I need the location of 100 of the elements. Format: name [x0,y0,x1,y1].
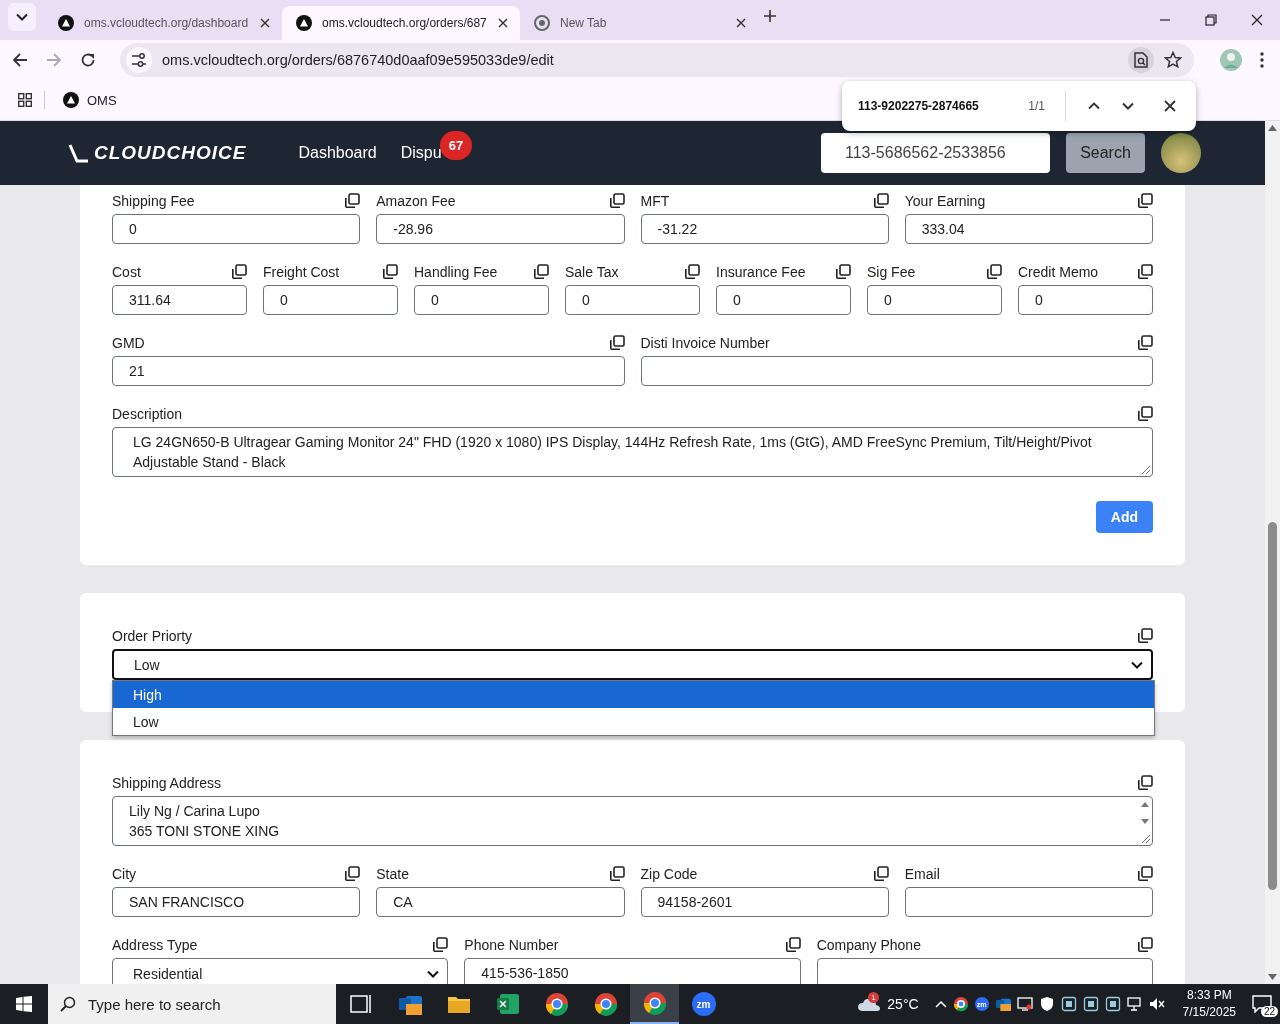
tab-list-button[interactable] [8,3,36,31]
find-query-field[interactable]: 113-9202275-2874665 [858,99,1019,113]
mail-app-icon[interactable] [994,996,1011,1012]
back-arrow-icon[interactable] [12,52,28,68]
spreadsheet-app-icon[interactable] [495,992,520,1016]
browser-icon[interactable] [544,992,569,1016]
input-field[interactable]: 21 [112,356,625,386]
task-view-icon[interactable] [348,992,373,1016]
meeting-app-icon[interactable]: zm [691,992,716,1016]
input-field[interactable]: 0 [1018,285,1153,315]
copy-icon[interactable] [835,264,851,280]
copy-icon[interactable] [1137,937,1153,953]
star-icon[interactable] [1164,51,1182,69]
input-field[interactable]: 311.64 [112,285,247,315]
copy-icon[interactable] [1137,264,1153,280]
nav-link[interactable]: Dispu [400,144,442,161]
search-field[interactable]: 113-5686562-2533856 [821,133,1050,173]
copy-icon[interactable] [784,937,801,953]
copy-icon[interactable] [872,193,889,209]
copy-icon[interactable] [1137,406,1153,422]
copy-icon[interactable] [533,264,549,280]
copy-icon[interactable] [608,866,625,882]
input-field[interactable]: 94158-2601 [640,887,889,917]
input-field[interactable]: -28.96 [376,214,625,244]
text-area[interactable]: LG 24GN650-B Ultragear Gaming Monitor 24" FHD (1920 x 1080) IPS Display, 144Hz Refresh Rate, 1ms (GtG), AMD FreeSync Premium, Tilt/Height/Pivot Adjustable Stand - Black [112,427,1153,477]
app-tray-icon[interactable] [1104,996,1121,1012]
bookmark[interactable]: OMS [57,89,123,111]
nav-link[interactable]: Dashboard [298,144,377,161]
apps-grid-icon[interactable] [18,93,32,107]
clock-time[interactable]: 8:33 PM [1186,987,1232,1004]
close-icon[interactable] [736,18,746,28]
brand-logo[interactable]: CLOUDCHOICE [68,142,247,164]
scrollbar-thumb[interactable] [1268,522,1277,890]
copy-icon[interactable] [1137,866,1153,882]
browser-icon[interactable] [642,991,667,1015]
copy-icon[interactable] [344,193,361,209]
dropdown-option[interactable]: High [113,681,1154,708]
close-icon[interactable] [260,18,270,28]
copy-icon[interactable] [1137,335,1153,351]
monitor-icon[interactable] [1016,996,1033,1012]
text-area[interactable]: Lily Ng / Carina Lupo 365 TONI STONE XING [112,796,1153,846]
input-field[interactable]: 333.04 [904,214,1153,244]
close-icon[interactable] [1251,14,1263,26]
taskbar-app[interactable] [630,984,679,1024]
copy-icon[interactable] [1137,628,1153,644]
network-icon[interactable] [1126,996,1143,1012]
more-menu-icon[interactable] [1260,52,1264,68]
taskbar-app[interactable]: zm [679,984,728,1024]
input-field[interactable] [640,356,1153,386]
app-tray-icon[interactable] [1060,996,1077,1012]
plus-icon[interactable] [764,9,776,22]
reload-icon[interactable] [80,52,96,68]
restore-icon[interactable] [1205,14,1217,26]
chevron-down-icon[interactable] [427,969,440,978]
dropdown-option[interactable]: Low [113,708,1154,735]
taskbar-search-field[interactable]: Type here to search [48,984,336,1024]
speaker-muted-icon[interactable] [1148,996,1165,1012]
close-icon[interactable] [1164,100,1176,112]
scrollbar[interactable] [1265,121,1280,984]
scroll-up-icon[interactable] [1268,125,1277,131]
input-field[interactable]: 0 [867,285,1002,315]
browser-tab[interactable]: New Tab [520,6,758,40]
scroll-down-icon[interactable] [1268,974,1277,980]
copy-icon[interactable] [684,264,700,280]
input-field[interactable] [904,887,1153,917]
close-icon[interactable] [498,18,508,28]
input-field[interactable]: SAN FRANCISCO [112,887,361,917]
clock-date[interactable]: 7/15/2025 [1182,1004,1236,1021]
chevron-down-icon[interactable] [1131,660,1143,669]
browser-icon[interactable] [952,996,969,1012]
copy-icon[interactable] [382,264,398,280]
input-field[interactable]: 0 [112,214,361,244]
copy-icon[interactable] [608,335,625,351]
chevron-down-icon[interactable] [16,13,28,21]
copy-icon[interactable] [432,937,449,953]
search-button[interactable]: Search [1066,133,1145,173]
copy-icon[interactable] [231,264,247,280]
copy-icon[interactable] [986,264,1002,280]
chevron-down-icon[interactable] [1122,102,1134,110]
input-field[interactable]: 0 [263,285,398,315]
copy-icon[interactable] [608,193,625,209]
copy-icon[interactable] [872,866,889,882]
copy-icon[interactable] [344,866,361,882]
input-field[interactable]: 0 [565,285,700,315]
page-search-icon[interactable] [1134,52,1148,68]
app-tray-icon[interactable] [1082,996,1099,1012]
user-avatar[interactable] [1161,133,1201,173]
input-field[interactable]: 0 [414,285,549,315]
browser-tab[interactable]: oms.vcloudtech.org/dashboard [44,6,282,40]
copy-icon[interactable] [1137,193,1153,209]
shield-icon[interactable] [1038,996,1055,1012]
add-button[interactable]: Add [1095,501,1153,533]
copy-icon[interactable] [1137,775,1153,791]
select-field[interactable]: Low [112,649,1153,680]
browser-icon[interactable] [593,992,618,1016]
site-settings-icon[interactable] [131,53,147,67]
input-field[interactable]: 0 [716,285,851,315]
browser-tab[interactable]: oms.vcloudtech.org/orders/687 [282,6,520,40]
chevron-up-icon[interactable] [1088,102,1100,110]
input-field[interactable]: CA [376,887,625,917]
